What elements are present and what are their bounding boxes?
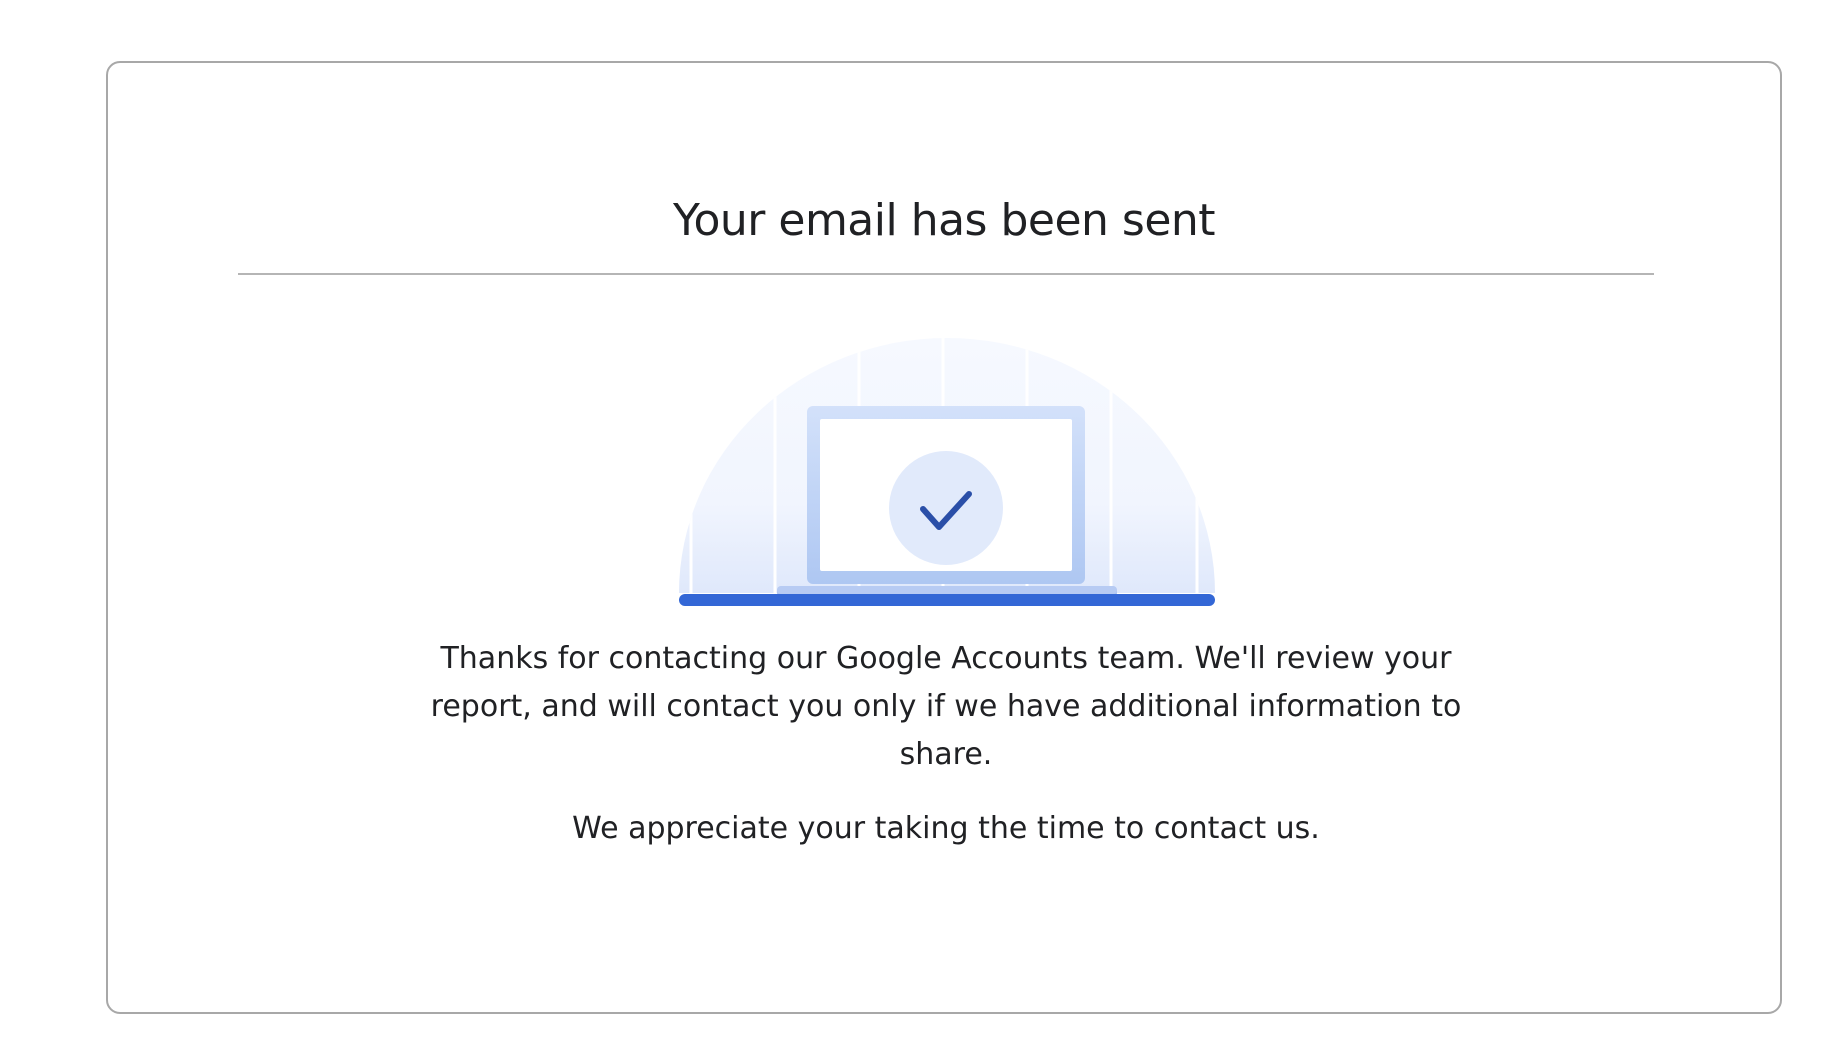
check-circle [889, 451, 1003, 565]
laptop-checkmark-icon [679, 338, 1215, 606]
laptop-base-top [777, 586, 1117, 594]
page-title: Your email has been sent [672, 195, 1216, 246]
confirmation-message: Thanks for contacting our Google Account… [430, 641, 1462, 772]
title-divider [238, 273, 1654, 275]
appreciation-message: We appreciate your taking the time to co… [572, 811, 1320, 846]
confirmation-card: Your email has been sent Thanks for cont… [106, 61, 1782, 1014]
floor-line [679, 594, 1215, 606]
